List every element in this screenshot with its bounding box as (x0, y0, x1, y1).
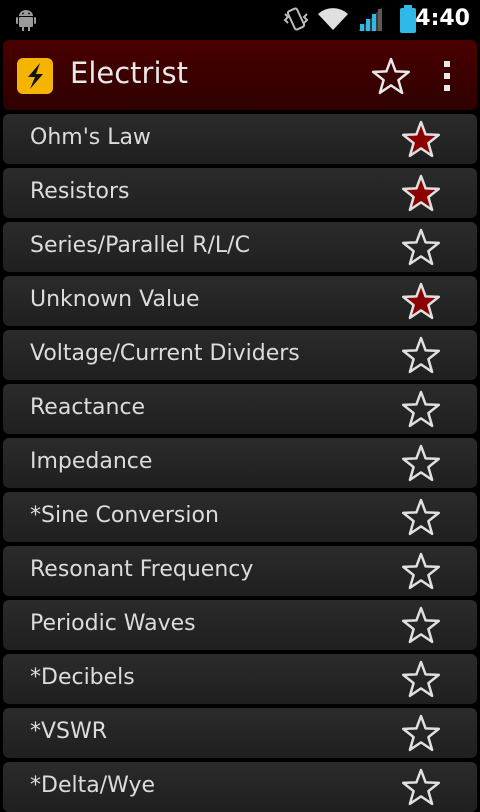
android-icon (14, 8, 38, 36)
list-item-label: *VSWR (30, 719, 108, 744)
star-outline-icon[interactable] (401, 606, 441, 644)
list-item[interactable]: Unknown Value (3, 276, 477, 326)
status-clock: 4:40 (415, 6, 470, 31)
star-outline-icon[interactable] (401, 768, 441, 806)
app-title: Electrist (70, 56, 188, 90)
list-item-label: Resonant Frequency (30, 557, 254, 582)
star-outline-icon[interactable] (401, 714, 441, 752)
list-item-label: *Sine Conversion (30, 503, 219, 528)
star-outline-icon[interactable] (401, 552, 441, 590)
vibrate-icon (282, 6, 310, 36)
lightning-logo-icon[interactable] (16, 57, 54, 99)
list-item-label: Reactance (30, 395, 146, 420)
list-item-label: Voltage/Current Dividers (30, 341, 300, 366)
star-outline-icon[interactable] (401, 228, 441, 266)
star-filled-icon[interactable] (401, 120, 441, 158)
star-outline-icon[interactable] (401, 444, 441, 482)
star-outline-icon[interactable] (401, 390, 441, 428)
list-item[interactable]: Impedance (3, 438, 477, 488)
list-item-label: Impedance (30, 449, 153, 474)
star-outline-icon[interactable] (371, 57, 411, 95)
star-outline-icon[interactable] (401, 336, 441, 374)
star-outline-icon[interactable] (401, 498, 441, 536)
list-item[interactable]: *Sine Conversion (3, 492, 477, 542)
list-item-label: Resistors (30, 179, 130, 204)
overflow-menu-icon[interactable] (435, 57, 459, 95)
list-item[interactable]: Periodic Waves (3, 600, 477, 650)
list-item[interactable]: Resistors (3, 168, 477, 218)
star-outline-icon[interactable] (401, 660, 441, 698)
list-item[interactable]: Reactance (3, 384, 477, 434)
list-item-label: Unknown Value (30, 287, 200, 312)
list-item[interactable]: Series/Parallel R/L/C (3, 222, 477, 272)
list-item-label: *Decibels (30, 665, 135, 690)
list-item[interactable]: *Delta/Wye (3, 762, 477, 812)
star-filled-icon[interactable] (401, 282, 441, 320)
list-item[interactable]: Ohm's Law (3, 114, 477, 164)
wifi-icon (317, 6, 349, 36)
list-item[interactable]: *VSWR (3, 708, 477, 758)
list-item-label: Series/Parallel R/L/C (30, 233, 250, 258)
signal-icon (357, 6, 383, 36)
list-item-label: *Delta/Wye (30, 773, 156, 798)
list-item[interactable]: Resonant Frequency (3, 546, 477, 596)
list-item-label: Periodic Waves (30, 611, 196, 636)
list-item-label: Ohm's Law (30, 125, 151, 150)
star-filled-icon[interactable] (401, 174, 441, 212)
action-bar: Electrist (3, 40, 477, 110)
status-bar: 4:40 (0, 0, 480, 38)
list-item[interactable]: *Decibels (3, 654, 477, 704)
list-item[interactable]: Voltage/Current Dividers (3, 330, 477, 380)
